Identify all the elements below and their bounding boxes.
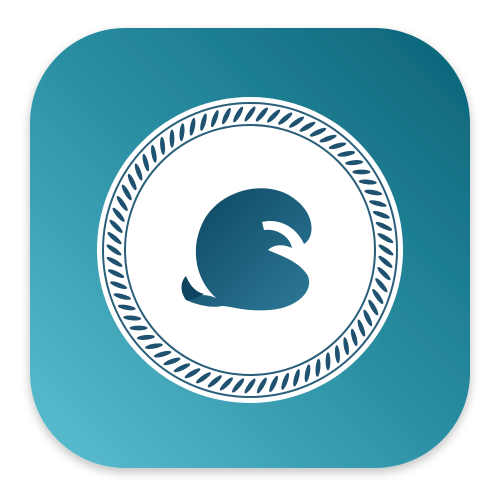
app-icon-graphic [30, 28, 470, 468]
app-icon[interactable] [0, 0, 500, 500]
app-icon-stage [0, 0, 500, 500]
rope-strand [169, 129, 175, 148]
rope-strand [129, 325, 148, 331]
rope-strand [325, 352, 331, 371]
rope-strand [352, 169, 371, 175]
